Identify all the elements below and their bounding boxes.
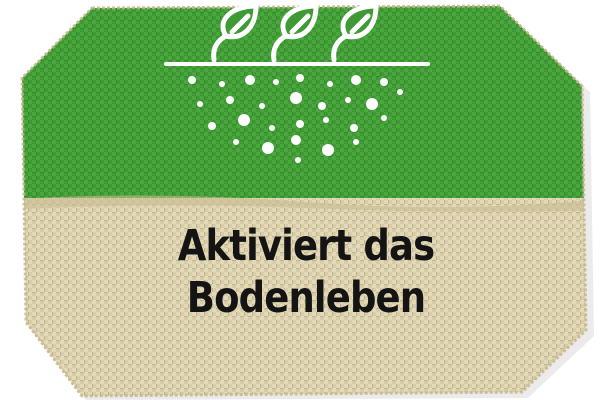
badge-title-line1: Aktiviert das [177, 221, 435, 271]
burlap-badge [20, 3, 594, 400]
badge-title-line2: Bodenleben [186, 273, 426, 323]
badge-stage: Aktiviert das Bodenleben [0, 0, 612, 400]
